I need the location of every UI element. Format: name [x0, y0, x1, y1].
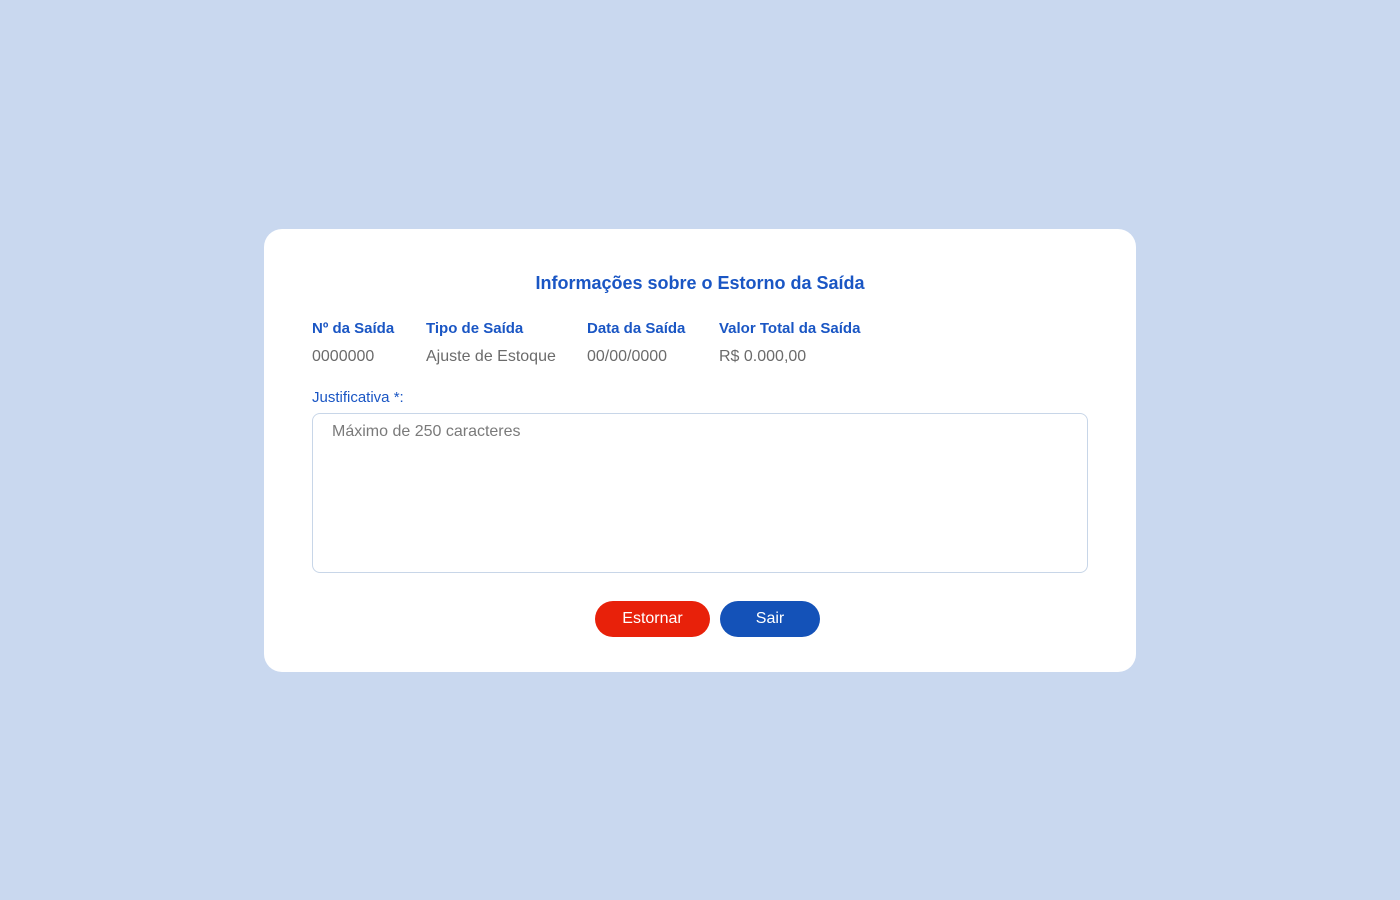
info-value: Ajuste de Estoque	[426, 348, 556, 365]
estornar-button[interactable]: Estornar	[595, 601, 710, 637]
info-data-saida: Data da Saída 00/00/0000	[587, 320, 685, 367]
info-numero-saida: Nº da Saída 0000000	[312, 320, 394, 367]
sair-button[interactable]: Sair	[720, 601, 820, 637]
info-label: Nº da Saída	[312, 320, 395, 337]
info-tipo-saida: Tipo de Saída Ajuste de Estoque	[426, 320, 556, 367]
info-label: Data da Saída	[587, 320, 686, 337]
info-label: Tipo de Saída	[426, 320, 524, 337]
justificativa-input[interactable]	[312, 413, 1088, 573]
info-value: 0000000	[312, 348, 375, 365]
info-valor-total: Valor Total da Saída R$ 0.000,00	[719, 320, 860, 367]
info-label: Valor Total da Saída	[719, 320, 861, 337]
justificativa-label: Justificativa *:	[312, 389, 404, 406]
modal-title: Informações sobre o Estorno da Saída	[535, 273, 865, 293]
info-value: R$ 0.000,00	[719, 348, 807, 365]
estorno-modal: Informações sobre o Estorno da Saída Nº …	[264, 229, 1136, 672]
info-value: 00/00/0000	[587, 348, 668, 365]
